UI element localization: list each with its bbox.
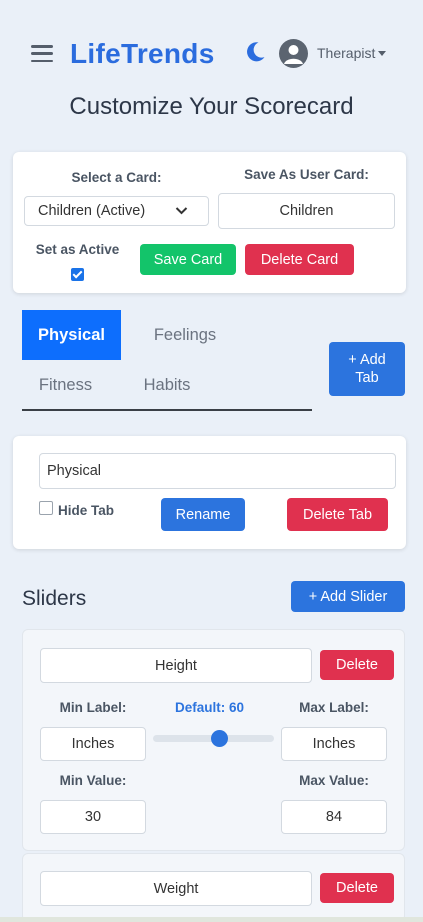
chevron-down-icon [175,207,188,215]
min-label-input[interactable]: Inches [40,727,146,761]
max-label-value: Inches [312,736,356,752]
default-value-caption: Default: 60 [175,700,245,715]
tab-name-value: Physical [47,463,101,479]
hamburger-menu-icon[interactable] [31,45,53,62]
slider-name-value: Weight [153,880,199,897]
slider-name-input[interactable]: Weight [40,871,312,906]
hide-tab-checkbox[interactable] [39,501,53,515]
save-as-input-value: Children [279,203,334,219]
rename-button[interactable]: Rename [161,498,245,531]
save-as-input[interactable]: Children [218,193,395,229]
role-dropdown[interactable]: Therapist [317,44,387,62]
hide-tab-label: Hide Tab [58,503,115,518]
brand-logo[interactable]: LifeTrends [70,36,215,72]
role-label: Therapist [317,45,376,61]
min-value-value: 30 [84,809,102,825]
min-value-input[interactable]: 30 [40,800,146,834]
add-tab-line2: Tab [355,370,379,386]
tab-feelings[interactable]: Feelings [135,310,235,360]
delete-card-button[interactable]: Delete Card [245,244,354,275]
tabs-underline [22,409,312,411]
caret-down-icon [378,51,387,56]
top-navbar: LifeTrends Therapist [0,36,423,72]
delete-slider-button[interactable]: Delete [320,873,394,903]
slider-thumb[interactable] [210,730,228,747]
max-label-input[interactable]: Inches [281,727,387,761]
min-value-caption: Min Value: [59,773,127,788]
tab-physical[interactable]: Physical [22,310,121,360]
save-card-button[interactable]: Save Card [140,244,236,275]
default-slider[interactable] [153,730,274,747]
max-value-caption: Max Value: [299,773,369,788]
tab-name-input[interactable]: Physical [39,453,396,489]
max-label-caption: Max Label: [299,700,369,715]
page-title: Customize Your Scorecard [69,93,354,120]
card-select[interactable]: Children (Active) [24,196,209,226]
tab-habits[interactable]: Habits [122,360,212,410]
save-as-label: Save As User Card: [244,167,369,182]
page: LifeTrends Therapist Customize Your Scor… [0,0,423,922]
moon-icon[interactable] [243,40,267,64]
max-value-input[interactable]: 84 [281,800,387,834]
tab-fitness[interactable]: Fitness [22,360,109,410]
add-slider-button[interactable]: + Add Slider [291,581,405,612]
set-active-label: Set as Active [35,242,120,257]
min-label-value: Inches [71,736,115,752]
select-card-label: Select a Card: [71,170,162,185]
delete-tab-button[interactable]: Delete Tab [287,498,388,531]
slider-name-value: Height [155,657,197,674]
add-tab-line1: + Add [348,352,386,368]
max-value-value: 84 [325,809,343,825]
sliders-heading: Sliders [22,587,87,610]
delete-slider-button[interactable]: Delete [320,650,394,680]
slider-name-input[interactable]: Height [40,648,312,683]
min-label-caption: Min Label: [59,700,127,715]
bottom-edge [0,917,423,922]
add-tab-button[interactable]: + Add Tab [329,342,405,396]
user-avatar-icon[interactable] [279,39,308,68]
set-active-checkbox[interactable] [71,268,84,281]
card-select-value: Children (Active) [38,203,146,219]
